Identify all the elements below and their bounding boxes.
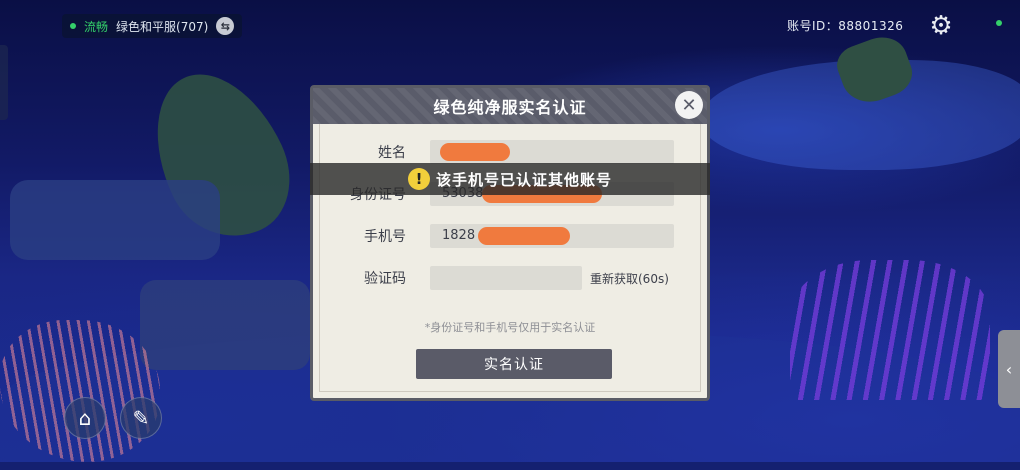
account-id: 账号ID：88801326 xyxy=(787,19,904,33)
code-field[interactable] xyxy=(430,266,582,290)
status-dot xyxy=(70,23,76,29)
toast-message: 该手机号已认证其他账号 xyxy=(435,170,612,189)
coral-purple xyxy=(790,260,990,400)
real-name-dialog: 绿色纯净服实名认证 ✕ 姓名 身份证号 53038 手机号 1828 验证码 xyxy=(310,85,710,401)
resend-code-button[interactable]: 重新获取(60s) xyxy=(590,270,669,287)
redaction-mark xyxy=(440,143,510,161)
redaction-mark xyxy=(478,227,570,245)
phone-row: 手机号 1828 xyxy=(320,224,674,248)
phone-value: 1828 xyxy=(442,228,476,243)
phone-field[interactable]: 1828 xyxy=(430,224,674,248)
dialog-title: 绿色纯净服实名认证 xyxy=(433,98,587,117)
phone-label: 手机号 xyxy=(364,229,406,245)
gear-icon[interactable]: ⚙ xyxy=(927,12,955,40)
privacy-hint: *身份证号和手机号仅用于实名认证 xyxy=(424,321,596,334)
rock-structure xyxy=(140,280,310,370)
home-icon[interactable]: ⌂ xyxy=(64,397,106,439)
server-name: 绿色和平服(707) xyxy=(116,19,209,34)
close-icon[interactable]: ✕ xyxy=(675,91,703,119)
status-dot xyxy=(996,20,1002,26)
name-label: 姓名 xyxy=(378,145,406,161)
chevron-left-icon[interactable]: ‹ xyxy=(998,330,1020,408)
network-status: 流畅 xyxy=(84,19,109,34)
error-toast: ! 该手机号已认证其他账号 xyxy=(310,163,710,195)
network-status-bar: 流畅 绿色和平服(707) ⇆ xyxy=(62,14,243,38)
code-label: 验证码 xyxy=(364,271,406,287)
rock-structure xyxy=(10,180,220,260)
name-row: 姓名 xyxy=(320,140,674,164)
warning-icon: ! xyxy=(407,168,430,190)
name-field[interactable] xyxy=(430,140,674,164)
side-handle[interactable] xyxy=(0,45,8,120)
craft-icon[interactable]: ✎ xyxy=(120,397,162,439)
code-row: 验证码 重新获取(60s) xyxy=(320,266,669,290)
dialog-header: 绿色纯净服实名认证 ✕ xyxy=(313,88,707,124)
swap-icon[interactable]: ⇆ xyxy=(216,17,235,35)
verify-button[interactable]: 实名认证 xyxy=(416,349,612,379)
